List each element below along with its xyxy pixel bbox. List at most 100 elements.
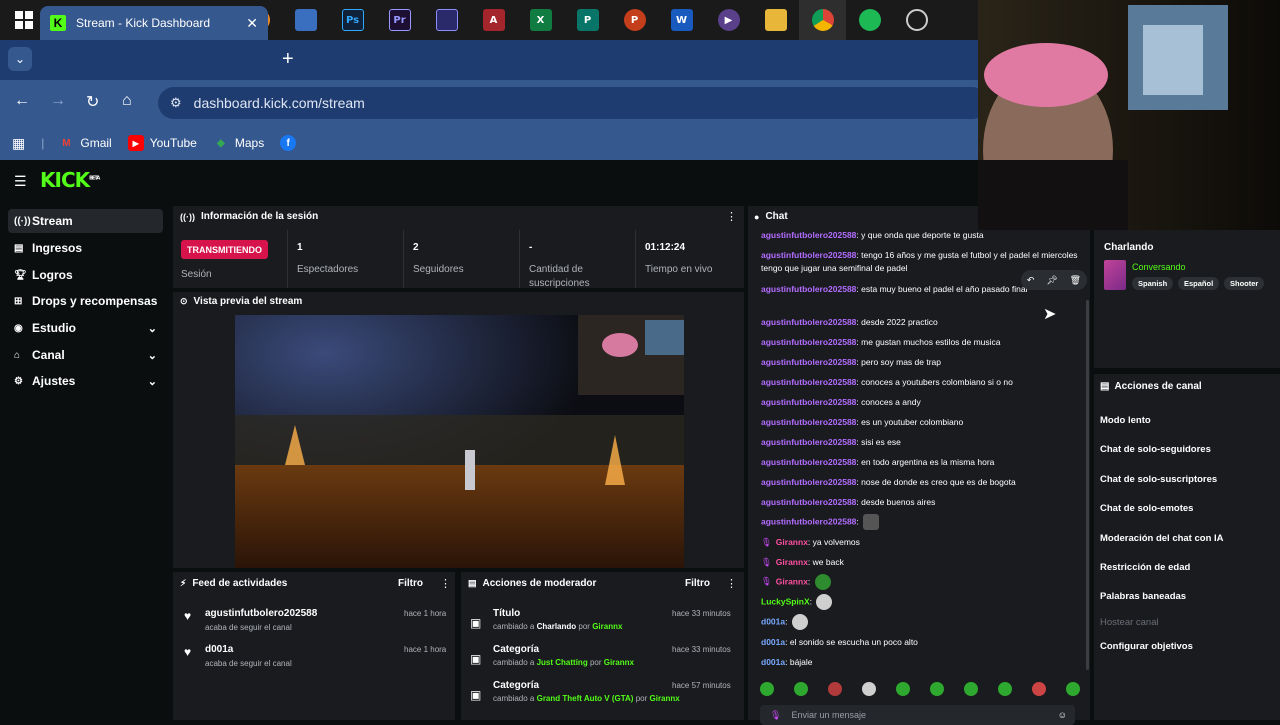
capture-icon[interactable] bbox=[423, 0, 470, 40]
chat-message[interactable]: agustinfutbolero202588: conoces a andy bbox=[761, 396, 1081, 409]
emote-icon[interactable] bbox=[998, 682, 1012, 696]
close-tab-icon[interactable]: ✕ bbox=[246, 15, 258, 32]
recorder-icon[interactable] bbox=[893, 0, 940, 40]
emote-icon[interactable] bbox=[1032, 682, 1046, 696]
emote-icon[interactable] bbox=[760, 682, 774, 696]
feed-filter-button[interactable]: Filtro bbox=[398, 578, 423, 589]
bookmark-youtube[interactable]: ▶ YouTube bbox=[127, 135, 197, 151]
home-icon[interactable]: ⌂ bbox=[122, 92, 132, 110]
action-banned-words[interactable]: Palabras baneadas bbox=[1100, 591, 1186, 602]
more-options-icon[interactable]: ⋮ bbox=[726, 210, 737, 223]
more-options-icon[interactable]: ⋮ bbox=[440, 577, 451, 590]
bookmark-facebook[interactable]: f bbox=[280, 135, 302, 151]
chat-message[interactable]: agustinfutbolero202588: sisi es ese bbox=[761, 436, 1081, 449]
action-subscribers-only[interactable]: Chat de solo-suscriptores bbox=[1100, 474, 1217, 485]
reload-icon[interactable]: ↻ bbox=[86, 92, 99, 112]
premiere-icon[interactable]: Pr bbox=[376, 0, 423, 40]
action-followers-only[interactable]: Chat de solo-seguidores bbox=[1100, 444, 1211, 455]
access-icon[interactable]: A bbox=[470, 0, 517, 40]
chat-username[interactable]: d001a bbox=[761, 616, 785, 626]
sidebar-item-stream[interactable]: ((·)) Stream bbox=[8, 209, 163, 233]
chat-message[interactable]: LuckySpinX: bbox=[761, 594, 1081, 610]
word-icon[interactable]: W bbox=[658, 0, 705, 40]
chat-username[interactable]: agustinfutbolero202588 bbox=[761, 377, 856, 387]
mod-item-value[interactable]: Just Chatting bbox=[537, 658, 588, 667]
site-info-icon[interactable]: ⚙ bbox=[170, 95, 182, 111]
back-icon[interactable]: ← bbox=[14, 92, 30, 110]
chat-message[interactable]: 🎙︎ Girannx: bbox=[761, 574, 1081, 590]
chat-username[interactable]: agustinfutbolero202588 bbox=[761, 477, 856, 487]
more-options-icon[interactable]: ⋮ bbox=[726, 577, 737, 590]
chat-message[interactable]: 🎙︎ Girannx: we back bbox=[761, 556, 1081, 569]
chat-username[interactable]: agustinfutbolero202588 bbox=[761, 516, 856, 526]
stream-preview-video[interactable] bbox=[235, 315, 684, 568]
chat-message[interactable]: d001a: bbox=[761, 614, 1081, 630]
mod-item-user[interactable]: Girannx bbox=[650, 694, 680, 703]
chat-message[interactable]: agustinfutbolero202588: esta muy bueno e… bbox=[761, 283, 1031, 296]
action-emotes-only[interactable]: Chat de solo-emotes bbox=[1100, 503, 1193, 514]
emote-icon[interactable] bbox=[828, 682, 842, 696]
chat-username[interactable]: d001a bbox=[761, 637, 785, 647]
chat-message[interactable]: agustinfutbolero202588: es un youtuber c… bbox=[761, 416, 1081, 429]
chat-username[interactable]: agustinfutbolero202588 bbox=[761, 357, 856, 367]
chat-username[interactable]: agustinfutbolero202588 bbox=[761, 284, 856, 294]
action-slow-mode[interactable]: Modo lento bbox=[1100, 415, 1151, 426]
chat-username[interactable]: agustinfutbolero202588 bbox=[761, 457, 856, 467]
address-bar[interactable]: ⚙ dashboard.kick.com/stream bbox=[158, 87, 988, 119]
apps-icon[interactable]: ▦ bbox=[12, 135, 25, 152]
feed-item-user[interactable]: agustinfutbolero202588 bbox=[205, 608, 317, 619]
sidebar-item-ajustes[interactable]: ⚙ Ajustes ⌄ bbox=[8, 369, 163, 393]
sidebar-item-estudio[interactable]: ◉ Estudio ⌄ bbox=[8, 316, 163, 340]
emote-icon[interactable] bbox=[794, 682, 808, 696]
chat-message[interactable]: agustinfutbolero202588: me gustan muchos… bbox=[761, 336, 1081, 349]
chat-message[interactable]: agustinfutbolero202588: desde 2022 pract… bbox=[761, 316, 1081, 329]
powerpoint-icon[interactable]: P bbox=[611, 0, 658, 40]
new-tab-button[interactable]: + bbox=[282, 48, 294, 71]
chrome-icon[interactable] bbox=[799, 0, 846, 40]
chat-username[interactable]: Girannx bbox=[776, 557, 808, 567]
action-ai-moderation[interactable]: Moderación del chat con IA bbox=[1100, 533, 1224, 544]
mod-filter-button[interactable]: Filtro bbox=[685, 578, 710, 589]
menu-icon[interactable]: ☰ bbox=[14, 173, 27, 190]
emote-icon[interactable] bbox=[964, 682, 978, 696]
chat-username[interactable]: agustinfutbolero202588 bbox=[761, 417, 856, 427]
chat-message[interactable]: agustinfutbolero202588: pero soy mas de … bbox=[761, 356, 1081, 369]
emote-icon[interactable] bbox=[896, 682, 910, 696]
window-icon[interactable] bbox=[282, 0, 329, 40]
chat-message-input[interactable]: 🎙︎ Enviar un mensaje ☺ bbox=[760, 705, 1075, 725]
media-player-icon[interactable]: ▶ bbox=[705, 0, 752, 40]
photoshop-icon[interactable]: Ps bbox=[329, 0, 376, 40]
chat-message[interactable]: agustinfutbolero202588: y que onda que d… bbox=[761, 229, 1081, 242]
chat-username[interactable]: agustinfutbolero202588 bbox=[761, 337, 856, 347]
kick-logo[interactable]: KICKBETA bbox=[40, 168, 100, 192]
stream-tag[interactable]: Spanish bbox=[1132, 277, 1174, 290]
chat-username[interactable]: agustinfutbolero202588 bbox=[761, 437, 856, 447]
chat-username[interactable]: Girannx bbox=[776, 576, 808, 586]
chat-message[interactable]: agustinfutbolero202588: nose de donde es… bbox=[761, 476, 1081, 489]
sidebar-item-canal[interactable]: ⌂ Canal ⌄ bbox=[8, 343, 163, 367]
emote-icon[interactable] bbox=[930, 682, 944, 696]
sidebar-item-ingresos[interactable]: ▤ Ingresos bbox=[8, 236, 163, 260]
feed-item-user[interactable]: d001a bbox=[205, 644, 233, 655]
chat-message[interactable]: agustinfutbolero202588: conoces a youtub… bbox=[761, 376, 1081, 389]
publisher-icon[interactable]: P bbox=[564, 0, 611, 40]
chat-username[interactable]: d001a bbox=[761, 657, 785, 667]
mod-item-user[interactable]: Girannx bbox=[604, 658, 634, 667]
spotify-icon[interactable] bbox=[846, 0, 893, 40]
action-set-goals[interactable]: Configurar objetivos bbox=[1100, 641, 1193, 652]
browser-tab[interactable]: K Stream - Kick Dashboard ✕ bbox=[40, 6, 268, 40]
chat-message[interactable]: d001a: bájale bbox=[761, 656, 1081, 669]
action-age-restriction[interactable]: Restricción de edad bbox=[1100, 562, 1190, 573]
bookmark-maps[interactable]: ◆ Maps bbox=[213, 135, 264, 151]
emote-icon[interactable] bbox=[862, 682, 876, 696]
chat-message[interactable]: agustinfutbolero202588: en todo argentin… bbox=[761, 456, 1081, 469]
chat-username[interactable]: agustinfutbolero202588 bbox=[761, 230, 856, 240]
stream-category[interactable]: Conversando bbox=[1132, 262, 1186, 272]
chat-message[interactable]: 🎙︎ Girannx: ya volvemos bbox=[761, 536, 1081, 549]
chat-username[interactable]: agustinfutbolero202588 bbox=[761, 397, 856, 407]
bookmark-gmail[interactable]: M Gmail bbox=[58, 135, 112, 151]
forward-icon[interactable]: → bbox=[50, 92, 66, 110]
delete-icon[interactable]: 🗑︎ bbox=[1070, 275, 1081, 286]
excel-icon[interactable]: X bbox=[517, 0, 564, 40]
sidebar-item-drops[interactable]: ⊞ Drops y recompensas bbox=[8, 289, 163, 313]
